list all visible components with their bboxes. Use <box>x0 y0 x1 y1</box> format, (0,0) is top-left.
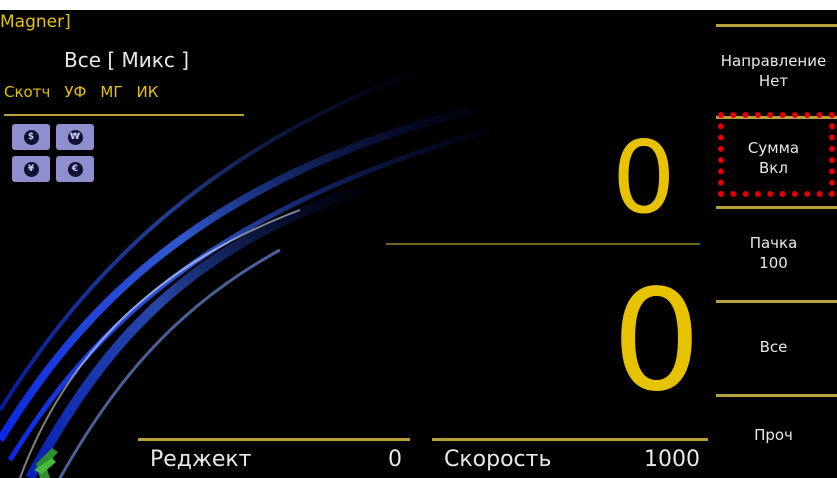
device-screen: Magner] Все [ Микс ] Скотч УФ МГ ИК $ ₩ … <box>0 10 837 478</box>
currency-yen: ¥ <box>12 156 50 182</box>
other-button[interactable]: Проч <box>710 398 837 472</box>
reject-label: Реджект <box>150 447 252 472</box>
speed-label: Скорость <box>444 447 552 472</box>
sum-button[interactable]: Сумма Вкл <box>710 115 837 201</box>
divider <box>716 206 837 209</box>
divider <box>432 438 708 441</box>
sensor-tape: Скотч <box>4 83 51 101</box>
reject-value: 0 <box>388 447 402 472</box>
batch-button[interactable]: Пачка 100 <box>710 210 837 296</box>
side-menu: Направление Нет Сумма Вкл Пачка 100 Все … <box>710 10 837 478</box>
dollar-icon: $ <box>23 129 39 145</box>
sensor-mg: МГ <box>100 83 123 101</box>
all-button[interactable]: Все <box>710 304 837 390</box>
batch-value: 100 <box>759 254 788 272</box>
speed-value: 1000 <box>644 447 700 472</box>
divider <box>716 24 837 27</box>
count-display: 0 <box>612 260 702 423</box>
euro-icon: € <box>67 161 83 177</box>
brand-logo-icon <box>34 448 58 478</box>
yen-icon: ¥ <box>23 161 39 177</box>
won-icon: ₩ <box>67 129 83 145</box>
brand-label: Magner] <box>0 12 71 32</box>
batch-label: Пачка <box>749 234 798 252</box>
sum-display: 0 <box>612 119 676 236</box>
divider <box>138 438 410 441</box>
sensor-uv: УФ <box>64 83 87 101</box>
reject-panel: Реджект 0 <box>138 438 410 478</box>
divider <box>716 394 837 397</box>
speed-panel: Скорость 1000 <box>432 438 708 478</box>
all-label: Все <box>759 338 788 356</box>
sum-value: Вкл <box>759 159 788 177</box>
currency-won: ₩ <box>56 124 94 150</box>
divider <box>4 114 244 116</box>
direction-value: Нет <box>758 72 789 90</box>
count-mode-label: Все [ Микс ] <box>64 48 190 72</box>
divider <box>716 300 837 303</box>
sensor-list: Скотч УФ МГ ИК <box>4 83 158 101</box>
direction-label: Направление <box>720 52 827 70</box>
currency-euro: € <box>56 156 94 182</box>
currency-dollar: $ <box>12 124 50 150</box>
currency-grid: $ ₩ ¥ € <box>12 124 94 182</box>
sensor-ir: ИК <box>136 83 159 101</box>
direction-button[interactable]: Направление Нет <box>710 28 837 114</box>
sum-label: Сумма <box>747 139 800 157</box>
other-label: Проч <box>754 426 793 444</box>
divider <box>386 243 700 245</box>
